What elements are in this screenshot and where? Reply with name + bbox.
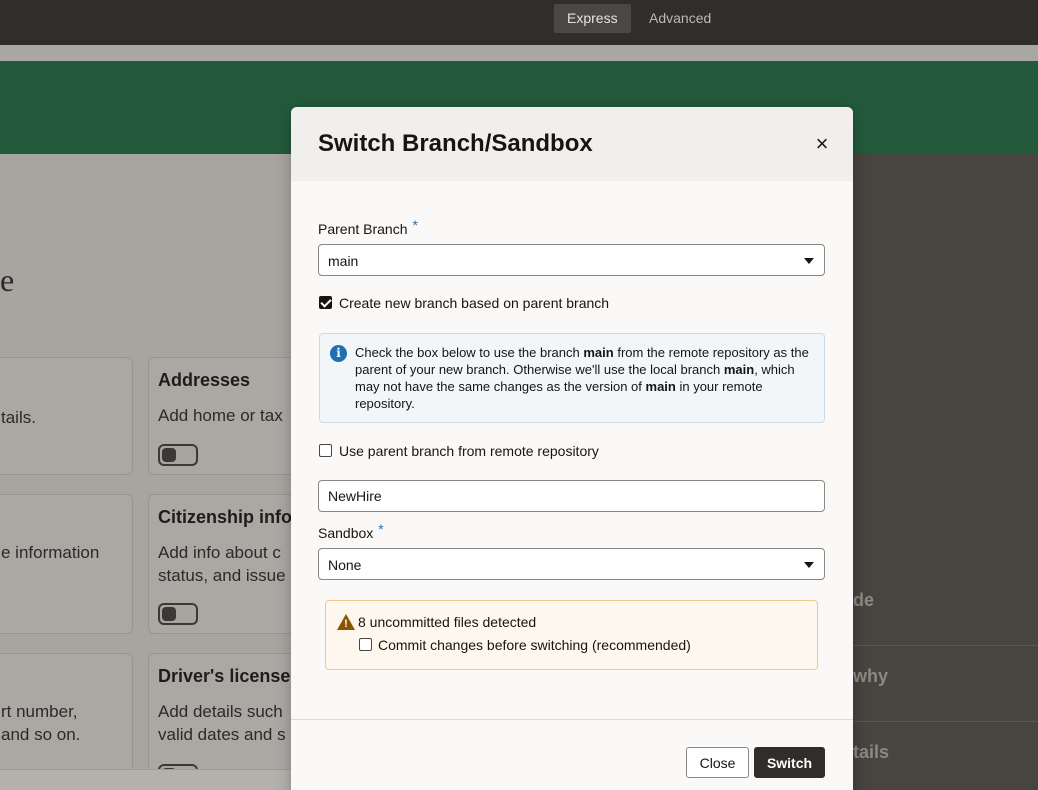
side-item-label: de — [853, 590, 875, 610]
sandbox-value: None — [328, 557, 362, 573]
footer-divider — [291, 719, 853, 720]
parent-branch-label-text: Parent Branch — [318, 221, 408, 237]
commit-changes-checkbox[interactable] — [359, 638, 372, 651]
card-title: Citizenship info — [158, 507, 292, 527]
uncommitted-warning: ! 8 uncommitted files detected Commit ch… — [325, 600, 818, 670]
close-button[interactable]: Close — [686, 747, 749, 778]
chevron-down-icon — [804, 258, 814, 264]
page-title: e — [0, 262, 15, 298]
card-desc: Add info about c — [158, 543, 281, 562]
side-item-3[interactable]: tails — [853, 722, 1038, 790]
card-left-3-desc-2: and so on. — [1, 725, 81, 744]
card-left-1: tails. — [0, 357, 133, 475]
warning-icon-mark: ! — [344, 618, 348, 630]
switch-branch-dialog: Switch Branch/Sandbox × Parent Branch * m… — [291, 107, 853, 790]
required-marker: * — [378, 521, 384, 537]
card-left-1-desc: tails. — [1, 408, 36, 427]
sandbox-label-text: Sandbox — [318, 525, 374, 541]
card-title: Driver's licenses — [158, 666, 301, 686]
card-left-2: e information — [0, 494, 133, 634]
create-branch-label[interactable]: Create new branch based on parent branch — [339, 295, 609, 311]
sandbox-label: Sandbox * — [318, 521, 384, 541]
parent-branch-label: Parent Branch * — [318, 217, 418, 237]
dialog-header: Switch Branch/Sandbox × — [291, 107, 853, 181]
use-remote-label[interactable]: Use parent branch from remote repository — [339, 443, 599, 459]
card-desc: Add details such — [158, 702, 283, 721]
card-desc: Add home or tax — [158, 406, 283, 425]
create-branch-checkbox[interactable] — [319, 296, 332, 309]
info-icon: i — [330, 345, 347, 362]
card-desc-2: status, and issue — [158, 566, 286, 585]
required-marker: * — [412, 217, 418, 233]
commit-changes-label[interactable]: Commit changes before switching (recomme… — [378, 637, 691, 653]
side-panel: de why tails — [853, 154, 1038, 790]
parent-branch-select[interactable]: main — [318, 244, 825, 276]
card-desc-2: valid dates and s — [158, 725, 286, 744]
side-item-label: why — [853, 666, 889, 686]
side-item-2[interactable]: why — [853, 646, 1038, 722]
use-remote-checkbox[interactable] — [319, 444, 332, 457]
card-left-2-desc: e information — [1, 543, 100, 562]
card-title: Addresses — [158, 370, 251, 390]
info-message: i Check the box below to use the branch … — [319, 333, 825, 423]
header-divider — [0, 45, 1038, 61]
addresses-toggle[interactable] — [158, 444, 198, 466]
sandbox-select[interactable]: None — [318, 548, 825, 580]
chevron-down-icon — [804, 562, 814, 568]
switch-button[interactable]: Switch — [754, 747, 825, 778]
side-item-label: tails — [853, 742, 890, 762]
top-bar: Express Advanced — [0, 0, 1038, 45]
close-icon[interactable]: × — [811, 133, 833, 155]
tab-express[interactable]: Express — [554, 4, 631, 33]
tab-advanced[interactable]: Advanced — [636, 4, 724, 33]
info-text: Check the box below to use the branch ma… — [355, 345, 809, 411]
citizenship-toggle[interactable] — [158, 603, 198, 625]
parent-branch-value: main — [328, 253, 359, 269]
warning-text: 8 uncommitted files detected — [358, 614, 537, 630]
card-left-3-desc: rt number, — [1, 702, 78, 721]
side-item-1[interactable]: de — [853, 570, 1038, 646]
dialog-title: Switch Branch/Sandbox — [318, 130, 593, 157]
branch-name-input[interactable] — [318, 480, 825, 512]
